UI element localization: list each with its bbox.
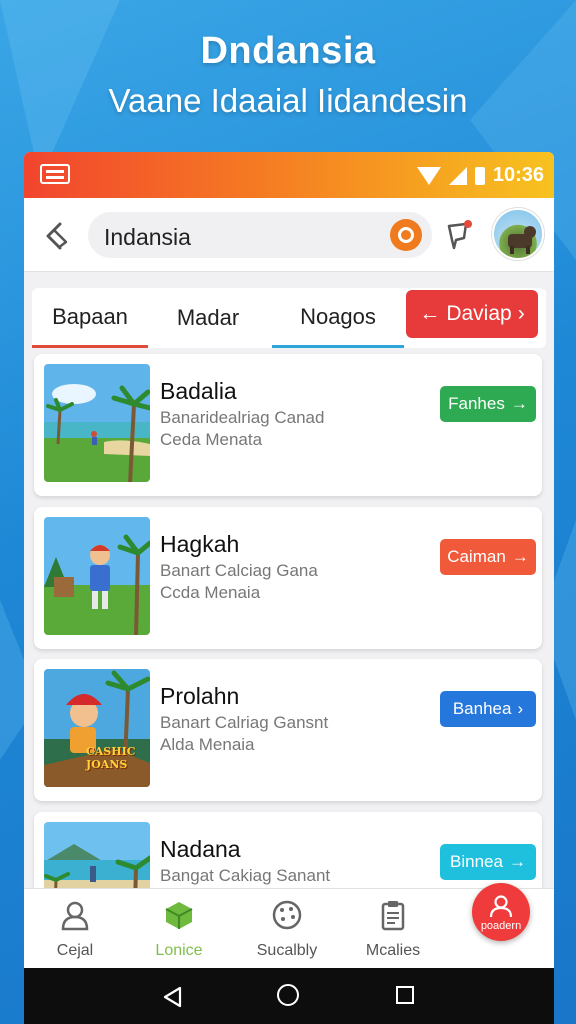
card-meta: Alda Menaia bbox=[160, 735, 255, 754]
nav-label: Mcalies bbox=[365, 942, 421, 959]
palette-icon bbox=[272, 900, 302, 930]
card-meta: Ccda Menaia bbox=[160, 583, 261, 602]
fab-label: poadern bbox=[480, 919, 522, 932]
nav-label: Sucalbly bbox=[256, 942, 318, 959]
chevron-right-icon: › bbox=[517, 302, 525, 325]
back-icon[interactable] bbox=[40, 218, 74, 252]
hero-title: Dndansia bbox=[200, 30, 376, 72]
tab-noagos[interactable]: Noagos bbox=[272, 288, 404, 348]
battery-icon bbox=[474, 166, 485, 185]
card-action-label: Caiman bbox=[447, 547, 506, 566]
recents-icon[interactable] bbox=[396, 986, 414, 1004]
signal-icon bbox=[448, 166, 467, 185]
game-thumbnail: CASHIC JOANS bbox=[44, 669, 150, 787]
list-item[interactable]: Hagkah Banart Calciag Gana Ccda Menaia C… bbox=[34, 507, 542, 649]
card-meta: Ceda Menata bbox=[160, 430, 263, 449]
pin-icon[interactable] bbox=[444, 218, 474, 252]
tab-bar: Bapaan Madar Noagos ← Daviap › bbox=[32, 288, 546, 348]
card-title: Badalia bbox=[160, 378, 237, 404]
card-action-label: Banhea bbox=[452, 699, 512, 718]
game-thumbnail bbox=[44, 517, 150, 635]
card-title: Hagkah bbox=[160, 531, 240, 557]
card-title: Nadana bbox=[160, 836, 241, 862]
card-action-button[interactable]: Banhea › bbox=[440, 691, 536, 727]
hero-banner: Dndansia Vaane Idaaial Iidandesin bbox=[0, 0, 576, 150]
list-item[interactable]: CASHIC JOANS Prolahn Banart Calriag Gans… bbox=[34, 659, 542, 801]
hero-subtitle: Vaane Idaaial Iidandesin bbox=[108, 82, 468, 119]
card-action-button[interactable]: Binnea → bbox=[440, 844, 536, 880]
home-icon[interactable] bbox=[277, 984, 299, 1006]
arrow-right-icon: → bbox=[508, 852, 526, 871]
card-subtitle: Banaridealriag Canad bbox=[160, 408, 325, 427]
nav-item-lonice[interactable]: Lonice bbox=[134, 897, 224, 960]
game-thumbnail bbox=[44, 364, 150, 482]
home-icon bbox=[61, 901, 89, 931]
card-action-label: Fanhes bbox=[448, 394, 505, 413]
card-action-button[interactable]: Fanhes → bbox=[440, 386, 536, 422]
nav-item-mcalies[interactable]: Mcalies bbox=[348, 897, 438, 960]
app-bar: Indansia bbox=[24, 198, 554, 272]
arrow-right-icon: → bbox=[511, 547, 529, 566]
thumbnail-title-art: CASHIC JOANS bbox=[86, 745, 136, 771]
avatar[interactable] bbox=[492, 208, 544, 260]
profile-fab-button[interactable]: poadern bbox=[472, 883, 530, 941]
card-action-label: Binnea bbox=[450, 852, 503, 871]
card-subtitle: Banart Calriag Gansnt bbox=[160, 713, 329, 732]
cube-icon bbox=[165, 902, 193, 929]
tab-daviap-button[interactable]: ← Daviap › bbox=[406, 290, 538, 338]
nav-item-cejal[interactable]: Cejal bbox=[30, 897, 120, 960]
nav-item-sucalbly[interactable]: Sucalbly bbox=[242, 897, 332, 960]
arrow-right-icon: → bbox=[510, 394, 528, 413]
phone-screen: 10:36 Indansia Bapaan Madar Noagos ← Dav… bbox=[24, 152, 554, 1024]
back-icon[interactable] bbox=[162, 986, 182, 1008]
status-bar: 10:36 bbox=[24, 152, 554, 198]
search-value: Indansia bbox=[104, 224, 191, 250]
card-subtitle: Banart Calciag Gana bbox=[160, 561, 318, 580]
search-input[interactable]: Indansia bbox=[88, 212, 432, 258]
user-icon bbox=[489, 894, 513, 917]
app-icon bbox=[40, 164, 70, 184]
arrow-left-icon: ← bbox=[419, 302, 441, 325]
chevron-right-icon: › bbox=[517, 699, 524, 718]
nav-label: Lonice bbox=[155, 942, 203, 959]
clipboard-icon bbox=[381, 901, 405, 931]
tab-bapaan[interactable]: Bapaan bbox=[32, 288, 148, 348]
card-subtitle: Bangat Cakiag Sanant bbox=[160, 866, 331, 885]
nav-label: Cejal bbox=[56, 942, 94, 959]
list-item[interactable]: Badalia Banaridealriag Canad Ceda Menata… bbox=[34, 354, 542, 496]
system-navigation-bar bbox=[24, 968, 554, 1024]
status-time: 10:36 bbox=[492, 164, 544, 186]
tab-daviap-label: Daviap bbox=[446, 302, 512, 325]
search-icon[interactable] bbox=[390, 219, 422, 251]
tab-madar[interactable]: Madar bbox=[156, 288, 260, 348]
wifi-icon bbox=[416, 166, 441, 185]
card-title: Prolahn bbox=[160, 683, 240, 709]
bottom-navigation: Cejal Lonice Sucalbly Mcalies poadern bbox=[24, 883, 554, 968]
card-action-button[interactable]: Caiman → bbox=[440, 539, 536, 575]
